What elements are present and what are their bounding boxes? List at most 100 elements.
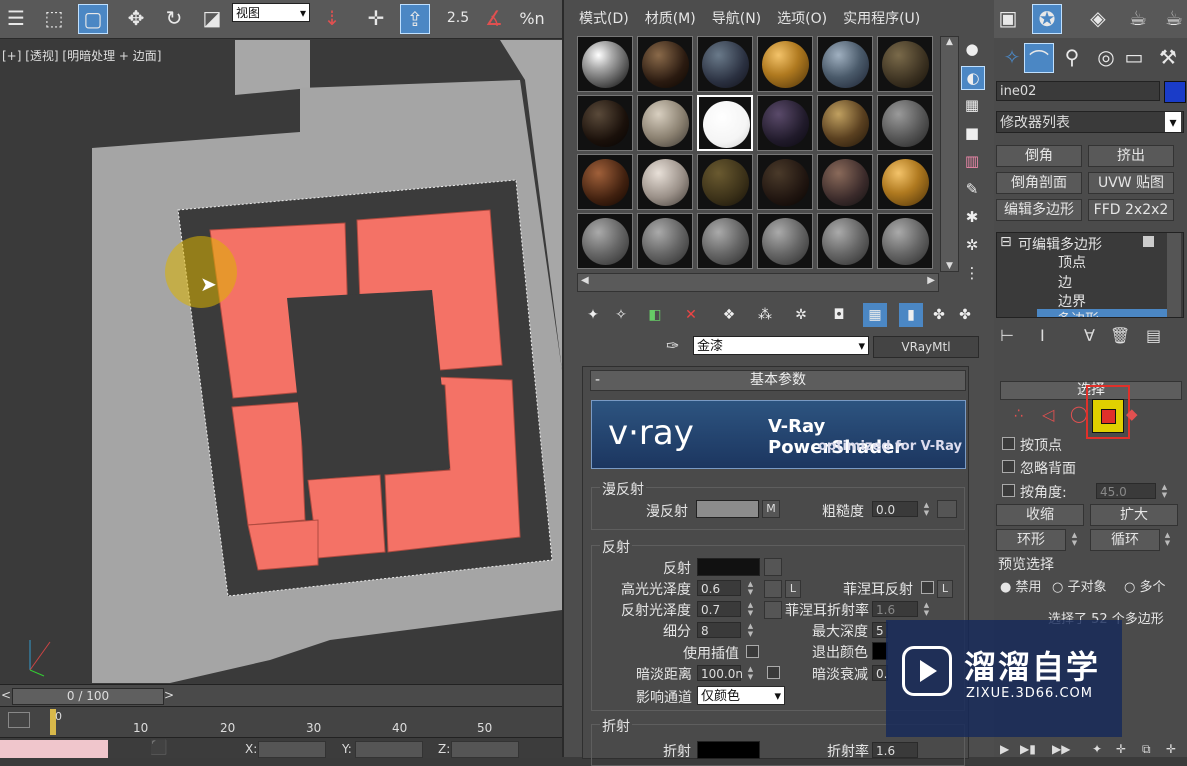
sample-type-icon[interactable]: ● <box>961 38 983 60</box>
use-interp-checkbox[interactable] <box>746 645 759 658</box>
put-to-library-icon[interactable]: ✲ <box>789 303 813 327</box>
go-end-icon[interactable]: ▶▶ <box>1052 742 1070 756</box>
reset-map-icon[interactable]: ✕ <box>679 303 703 327</box>
angle-field[interactable]: 45.0 <box>1096 483 1156 499</box>
material-slot[interactable] <box>757 95 813 151</box>
ior-field[interactable]: 1.6 <box>872 742 918 758</box>
show-end-result-icon[interactable]: I <box>1040 326 1045 345</box>
material-slot[interactable] <box>817 213 873 269</box>
options-icon[interactable]: ✱ <box>961 206 983 228</box>
reflect-color-swatch[interactable] <box>697 558 760 576</box>
stack-scrollbar[interactable] <box>1167 233 1181 317</box>
uvw-map-button[interactable]: UVW 贴图 <box>1088 172 1174 194</box>
ring-spinner[interactable]: ▲ ▼ <box>1070 531 1079 547</box>
edge-mode-icon[interactable]: ◁ <box>1042 405 1054 424</box>
scroll-up-icon[interactable]: ▲ <box>941 37 958 47</box>
dim-distance-field[interactable]: 100.0n <box>697 665 743 681</box>
material-slot[interactable] <box>757 213 813 269</box>
show-map-in-viewport-icon[interactable]: ▦ <box>863 303 887 327</box>
menu-options[interactable]: 选项(O) <box>777 11 827 27</box>
reference-coord-select[interactable]: 视图 ▾ <box>232 3 310 22</box>
make-unique-icon[interactable]: ⁂ <box>753 303 777 327</box>
x-coord-field[interactable] <box>258 741 326 758</box>
key-mode-icon[interactable]: ✦ <box>1092 742 1102 756</box>
copy-material-icon[interactable]: ❖ <box>717 303 741 327</box>
material-slot[interactable] <box>577 36 633 92</box>
refract-color-swatch[interactable] <box>697 741 760 759</box>
ffd-button[interactable]: FFD 2x2x2 <box>1088 199 1174 221</box>
refl-gloss-field[interactable]: 0.7 <box>697 601 741 617</box>
render-setup-icon[interactable]: ✪ <box>1032 4 1062 34</box>
material-slot[interactable] <box>817 36 873 92</box>
material-slot[interactable] <box>757 36 813 92</box>
bevel-profile-button[interactable]: 倒角剖面 <box>996 172 1082 194</box>
menu-modes[interactable]: 模式(D) <box>579 11 629 27</box>
material-slot[interactable] <box>637 95 693 151</box>
pan-icon[interactable]: ✛ <box>1166 742 1176 756</box>
affect-channels-select[interactable]: 仅颜色 ▾ <box>697 686 785 705</box>
render-frame-icon[interactable]: ▣ <box>994 4 1022 32</box>
hilight-gloss-spinner[interactable]: ▲ ▼ <box>746 580 755 596</box>
make-preview-icon[interactable]: ✎ <box>961 178 983 200</box>
extrude-button[interactable]: 挤出 <box>1088 145 1174 167</box>
fresnel-checkbox[interactable] <box>921 581 934 594</box>
pin-stack-icon[interactable]: ⊢ <box>1000 326 1014 345</box>
teapot-render-icon[interactable]: ☕ <box>1124 4 1152 32</box>
stack-root-toggle[interactable] <box>1143 236 1154 247</box>
move-icon[interactable]: ✥ <box>122 4 150 32</box>
rect-select-icon[interactable]: ⬚ <box>40 4 68 32</box>
utilities-tab-icon[interactable]: ⚒ <box>1154 43 1182 71</box>
hilight-map-button[interactable] <box>764 580 782 598</box>
display-tab-icon[interactable]: ▭ <box>1120 43 1148 71</box>
scroll-left-icon[interactable]: ◀ <box>581 275 589 286</box>
material-slot[interactable] <box>877 36 933 92</box>
track-bar[interactable]: 0 10 20 30 40 50 <box>0 706 562 737</box>
object-color-swatch[interactable] <box>1164 81 1186 103</box>
lock-selection-icon[interactable]: ⬛ <box>150 740 167 756</box>
stack-root-item[interactable]: 可编辑多边形 <box>1018 234 1102 254</box>
background-checker-icon[interactable]: ▦ <box>961 94 983 116</box>
select-list-icon[interactable]: ☰ <box>2 4 30 32</box>
preview-disabled-radio[interactable]: ● 禁用 <box>1000 576 1042 595</box>
y-coord-field[interactable] <box>355 741 423 758</box>
configure-sets-icon[interactable]: ▤ <box>1146 326 1161 345</box>
menu-material[interactable]: 材质(M) <box>645 11 696 27</box>
maxscript-listener[interactable] <box>0 740 108 758</box>
roughness-field[interactable]: 0.0 <box>872 501 918 517</box>
fresnel-ior-field[interactable]: 1.6 <box>872 601 918 617</box>
menu-navigation[interactable]: 导航(N) <box>712 11 761 27</box>
material-slot[interactable] <box>577 154 633 210</box>
material-slot[interactable] <box>817 95 873 151</box>
time-slider[interactable]: 0 / 100 <box>12 688 164 705</box>
remove-modifier-icon[interactable]: 🗑 <box>1110 326 1130 345</box>
material-slot[interactable] <box>577 95 633 151</box>
material-slot[interactable] <box>877 213 933 269</box>
bevel-button[interactable]: 倒角 <box>996 145 1082 167</box>
material-navigator-icon[interactable]: ⋮ <box>961 262 983 284</box>
window-crossing-icon[interactable]: ▢ <box>78 4 108 34</box>
pivot-icon[interactable]: ⇣ <box>318 4 346 32</box>
backlight-icon[interactable]: ◐ <box>961 66 985 90</box>
motion-tab-icon[interactable]: ◎ <box>1092 43 1120 71</box>
next-frame-icon[interactable]: > <box>164 688 174 702</box>
polygon-mode-icon[interactable] <box>1092 399 1124 433</box>
dim-distance-checkbox[interactable] <box>767 666 780 679</box>
hilight-lock-button[interactable]: L <box>785 580 801 598</box>
stack-item-edge[interactable]: 边 <box>1058 272 1072 292</box>
create-tab-icon[interactable]: ✧ <box>998 43 1026 71</box>
hilight-gloss-field[interactable]: 0.6 <box>697 580 741 596</box>
ring-button[interactable]: 环形 <box>996 529 1066 551</box>
material-slot[interactable] <box>697 95 753 151</box>
material-slot[interactable] <box>637 154 693 210</box>
track-bar-icon[interactable] <box>8 712 30 728</box>
modify-tab-icon[interactable]: ⌒ <box>1024 43 1054 73</box>
make-unique-icon[interactable]: ∀ <box>1084 326 1095 345</box>
material-slot[interactable] <box>697 36 753 92</box>
diffuse-color-swatch[interactable] <box>696 500 759 518</box>
edit-poly-button[interactable]: 编辑多边形 <box>996 199 1082 221</box>
material-slot[interactable] <box>697 154 753 210</box>
rollout-header[interactable]: - 基本参数 <box>590 370 966 391</box>
scale-icon[interactable]: ◪ <box>198 4 226 32</box>
by-angle-checkbox[interactable] <box>1002 484 1015 497</box>
material-slot[interactable] <box>637 213 693 269</box>
